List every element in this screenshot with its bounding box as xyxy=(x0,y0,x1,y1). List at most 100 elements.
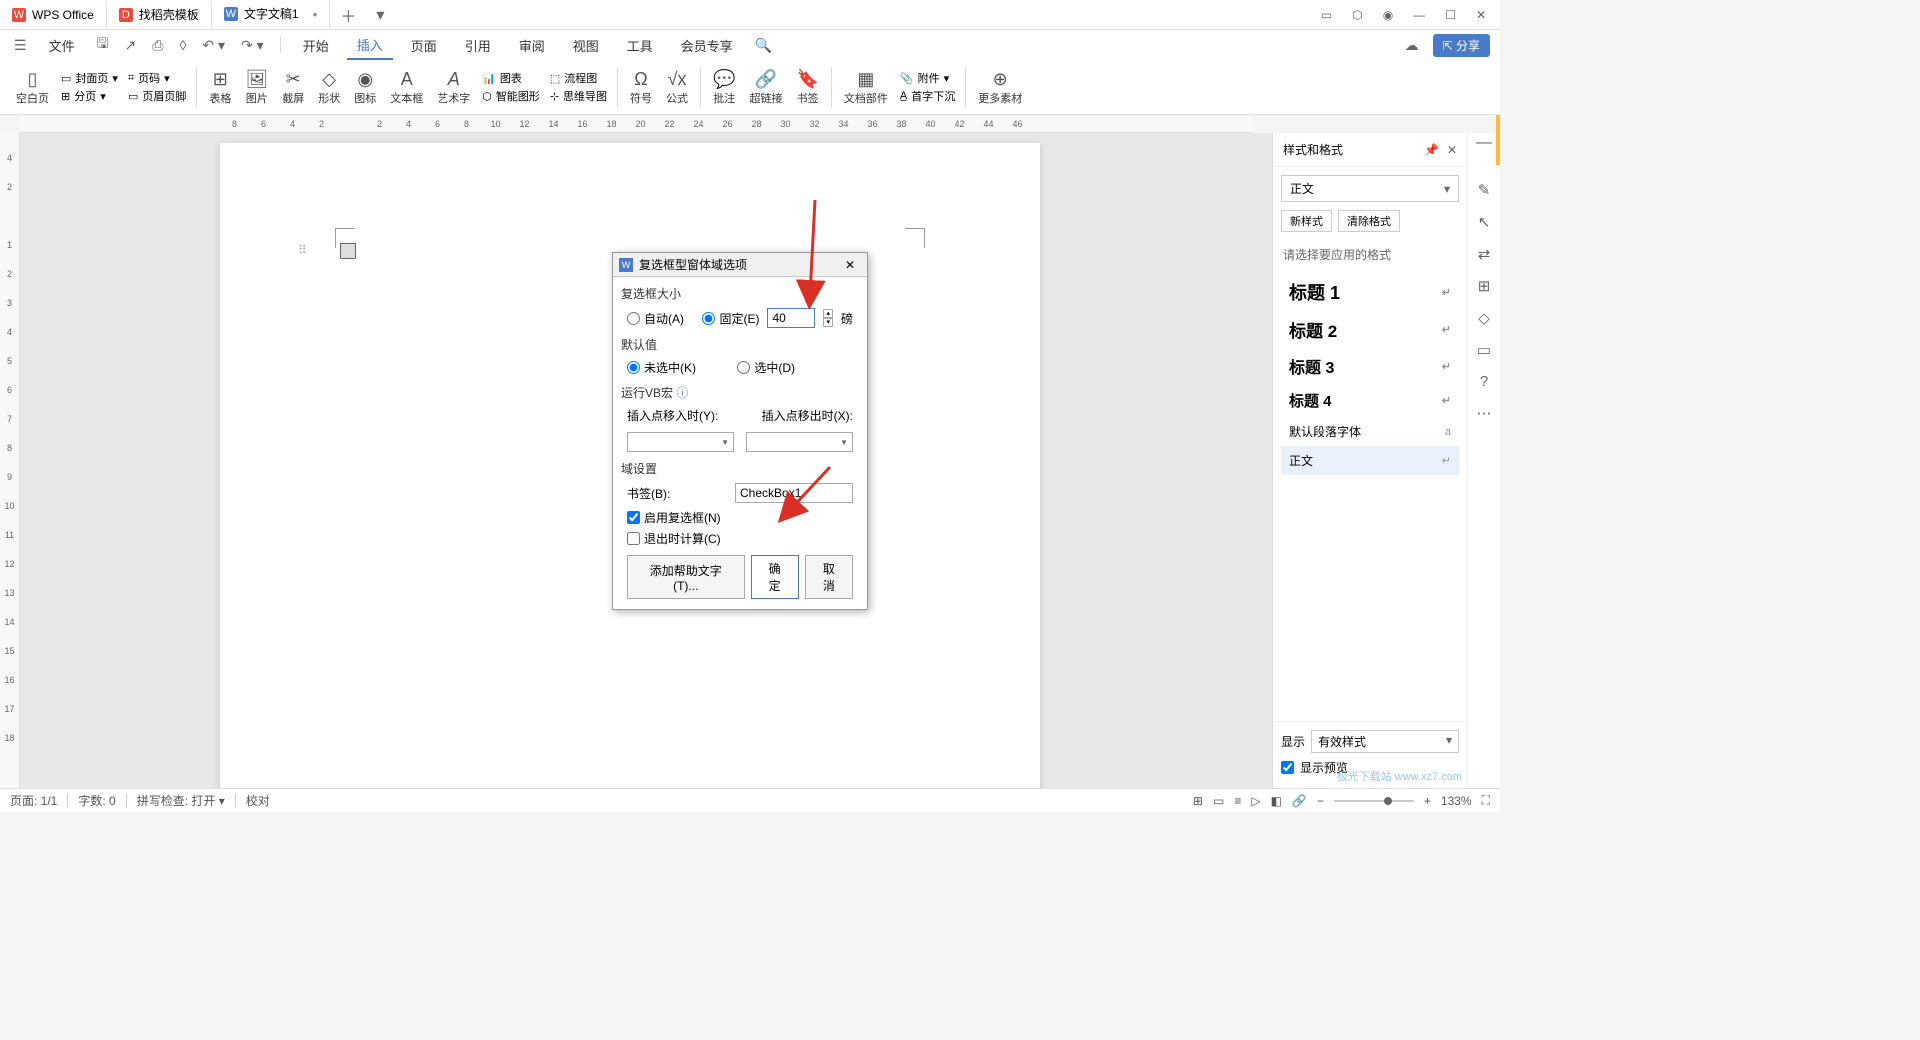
menu-ref[interactable]: 引用 xyxy=(455,32,501,59)
ribbon-iconlib[interactable]: ◉图标 xyxy=(348,66,382,108)
ribbon-smartart[interactable]: ⬡ 智能图形 xyxy=(482,88,540,104)
menu-start[interactable]: 开始 xyxy=(293,32,339,59)
ribbon-blankpage[interactable]: ▯空白页 xyxy=(10,66,55,108)
ribbon-shape[interactable]: ◇形状 xyxy=(312,66,346,108)
ribbon-comment[interactable]: 💬批注 xyxy=(707,66,741,108)
entry-macro-select[interactable] xyxy=(627,432,734,452)
tab-template[interactable]: D 找稻壳模板 xyxy=(107,1,212,29)
style-heading4[interactable]: 标题 4↵ xyxy=(1281,384,1459,417)
auto-radio[interactable]: 自动(A) xyxy=(627,310,684,327)
preview-checkbox[interactable] xyxy=(1281,761,1294,774)
ribbon-headerfooter[interactable]: ▭ 页眉页脚 xyxy=(128,88,186,104)
size-spinner[interactable]: ▴▾ xyxy=(823,309,833,327)
export-icon[interactable]: ↗ xyxy=(121,35,141,56)
cloud-icon[interactable]: ☁ xyxy=(1401,35,1423,56)
menu-tools[interactable]: 工具 xyxy=(617,32,663,59)
share-button[interactable]: ⇱ 分享 xyxy=(1433,34,1490,57)
help-icon[interactable]: ? xyxy=(1480,373,1488,390)
redo-icon[interactable]: ↷ ▾ xyxy=(237,35,268,56)
transfer-icon[interactable]: ⇄ xyxy=(1478,245,1491,263)
tab-close[interactable]: • xyxy=(313,6,318,22)
dialog-titlebar[interactable]: W 复选框型窗体域选项 ✕ xyxy=(613,253,867,277)
preview-icon[interactable]: ◊ xyxy=(175,35,190,55)
view-page-icon[interactable]: ▭ xyxy=(1213,794,1224,808)
menu-member[interactable]: 会员专享 xyxy=(671,32,743,59)
tab-wps-home[interactable]: W WPS Office xyxy=(0,1,107,29)
dialog-close-button[interactable]: ✕ xyxy=(839,256,861,274)
show-filter-select[interactable]: 有效样式 xyxy=(1311,730,1459,753)
ok-button[interactable]: 确定 xyxy=(751,555,799,599)
menu-icon[interactable]: ☰ xyxy=(10,35,31,56)
word-count[interactable]: 字数: 0 xyxy=(78,792,115,809)
view-read-icon[interactable]: ▷ xyxy=(1251,794,1260,808)
page-indicator[interactable]: 页面: 1/1 xyxy=(10,792,57,809)
link-status-icon[interactable]: 🔗 xyxy=(1292,794,1307,808)
style-default-font[interactable]: 默认段落字体a xyxy=(1281,417,1459,446)
ribbon-symbol[interactable]: Ω符号 xyxy=(624,66,658,108)
style-body[interactable]: 正文↵ xyxy=(1281,446,1459,475)
search-icon[interactable]: 🔍 xyxy=(751,35,776,56)
more-icon[interactable]: ⋯ xyxy=(1477,404,1492,422)
fixed-radio[interactable]: 固定(E) xyxy=(702,310,759,327)
ribbon-more[interactable]: ⊕更多素材 xyxy=(972,66,1028,108)
current-style-select[interactable]: 正文 xyxy=(1281,175,1459,202)
file-menu[interactable]: 文件 xyxy=(39,32,85,59)
ribbon-attachment[interactable]: 📎 附件 ▾ xyxy=(900,70,955,86)
select-icon[interactable]: ↖ xyxy=(1478,213,1491,231)
ribbon-docparts[interactable]: ▦文档部件 xyxy=(838,66,894,108)
ruler-vertical[interactable]: 42123456789101112131415161718 xyxy=(0,133,20,790)
spell-check-status[interactable]: 拼写检查: 打开 ▾ xyxy=(137,792,225,809)
exit-macro-select[interactable] xyxy=(746,432,853,452)
calc-exit-checkbox[interactable]: 退出时计算(C) xyxy=(621,528,859,549)
close-window-icon[interactable]: ✕ xyxy=(1472,4,1490,26)
edit-icon[interactable]: ✎ xyxy=(1478,181,1491,199)
cancel-button[interactable]: 取消 xyxy=(805,555,853,599)
fullscreen-icon[interactable]: ⛶ xyxy=(1482,793,1490,808)
zoom-slider[interactable] xyxy=(1334,800,1414,802)
user-icon[interactable]: ◉ xyxy=(1379,4,1397,26)
unchecked-radio[interactable]: 未选中(K) xyxy=(627,359,696,376)
view-web-icon[interactable]: ◧ xyxy=(1271,794,1282,808)
checked-radio[interactable]: 选中(D) xyxy=(737,359,795,376)
ribbon-screenshot[interactable]: ✂截屏 xyxy=(276,66,310,108)
ribbon-cover[interactable]: ▭ 封面页 ▾ xyxy=(61,70,118,86)
style-heading2[interactable]: 标题 2↵ xyxy=(1281,311,1459,348)
close-panel-icon[interactable]: ✕ xyxy=(1447,143,1457,157)
ribbon-mindmap[interactable]: ⊹ 思维导图 xyxy=(550,88,607,104)
ribbon-picture[interactable]: 🖼图片 xyxy=(239,66,274,108)
menu-page[interactable]: 页面 xyxy=(401,32,447,59)
ruler-horizontal[interactable]: 8642246810121416182022242628303234363840… xyxy=(20,115,1252,133)
pin-icon[interactable]: 📌 xyxy=(1424,143,1439,157)
ribbon-pagebreak[interactable]: ⊞ 分页 ▾ xyxy=(61,88,118,104)
view-outline-icon[interactable]: ≡ xyxy=(1234,794,1241,808)
help-text-button[interactable]: 添加帮助文字(T)... xyxy=(627,555,745,599)
zoom-out-icon[interactable]: − xyxy=(1317,794,1324,808)
checkbox-form-field[interactable] xyxy=(340,243,356,259)
ribbon-pagenum[interactable]: ⌗ 页码 ▾ xyxy=(128,70,186,86)
proofread[interactable]: 校对 xyxy=(246,792,270,809)
bookmark-input[interactable] xyxy=(735,483,853,503)
cube-icon[interactable]: ⬡ xyxy=(1348,4,1366,26)
undo-icon[interactable]: ↶ ▾ xyxy=(198,35,229,56)
zoom-value[interactable]: 133% xyxy=(1441,794,1472,808)
reader-icon[interactable]: ▭ xyxy=(1317,4,1336,26)
ribbon-bookmark[interactable]: 🔖书签 xyxy=(790,66,824,108)
style-heading3[interactable]: 标题 3↵ xyxy=(1281,348,1459,384)
menu-review[interactable]: 审阅 xyxy=(509,32,555,59)
clear-format-button[interactable]: 清除格式 xyxy=(1338,210,1400,232)
tab-dropdown[interactable]: ▾ xyxy=(366,5,394,25)
fixed-size-input[interactable] xyxy=(767,308,815,328)
save-icon[interactable]: 🖫 xyxy=(93,31,113,59)
ribbon-flowchart[interactable]: ⬚ 流程图 xyxy=(550,70,607,86)
menu-insert[interactable]: 插入 xyxy=(347,31,393,60)
minimize-icon[interactable]: — xyxy=(1409,4,1429,26)
tab-add[interactable]: ＋ xyxy=(330,3,366,27)
ribbon-formula[interactable]: √x公式 xyxy=(660,66,694,108)
ribbon-wordart[interactable]: A艺术字 xyxy=(431,66,476,108)
ribbon-textbox[interactable]: A文本框 xyxy=(384,66,429,108)
style-heading1[interactable]: 标题 1↵ xyxy=(1281,273,1459,311)
ribbon-dropcap[interactable]: A̲ 首字下沉 xyxy=(900,88,955,104)
zoom-in-icon[interactable]: + xyxy=(1424,794,1431,808)
ribbon-chart[interactable]: 📊 图表 xyxy=(482,70,540,86)
ribbon-table[interactable]: ⊞表格 xyxy=(203,66,237,108)
